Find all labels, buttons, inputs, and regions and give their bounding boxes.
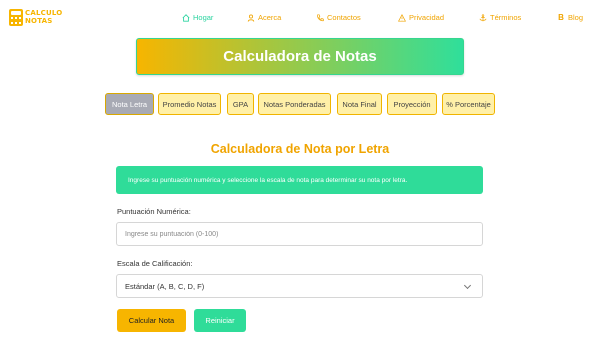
scale-selected-value: Estándar (A, B, C, D, F) bbox=[125, 281, 205, 291]
phone-icon bbox=[317, 13, 324, 21]
bitcoin-icon: B bbox=[558, 12, 564, 22]
tab-percentage[interactable]: % Porcentaje bbox=[442, 93, 495, 115]
site-header: CALCULO NOTAS Hogar Acerca Contactos Pri… bbox=[0, 0, 600, 36]
nav-item-blog[interactable]: B Blog bbox=[557, 13, 583, 22]
info-box: Ingrese su puntuación numérica y selecci… bbox=[116, 166, 483, 194]
warning-icon bbox=[398, 13, 406, 22]
tab-projection[interactable]: Proyección bbox=[387, 93, 437, 115]
score-input[interactable] bbox=[116, 222, 483, 246]
page-title: Calculadora de Notas bbox=[223, 48, 377, 65]
nav-item-terms[interactable]: Términos bbox=[479, 13, 521, 22]
scale-label: Escala de Calificación: bbox=[117, 259, 193, 268]
scale-select[interactable]: Estándar (A, B, C, D, F) bbox=[116, 274, 483, 298]
nav-item-contacts[interactable]: Contactos bbox=[316, 13, 361, 22]
score-label: Puntuación Numérica: bbox=[117, 207, 191, 216]
anchor-icon bbox=[479, 13, 487, 21]
title-banner: Calculadora de Notas bbox=[136, 38, 464, 75]
tab-grade-average[interactable]: Promedio Notas bbox=[158, 93, 221, 115]
user-icon bbox=[247, 14, 255, 22]
nav-item-home[interactable]: Hogar bbox=[182, 13, 213, 22]
info-text: Ingrese su puntuación numérica y selecci… bbox=[128, 176, 408, 184]
chevron-down-icon bbox=[463, 281, 472, 290]
home-icon bbox=[182, 13, 190, 22]
tab-gpa[interactable]: GPA bbox=[227, 93, 254, 115]
reset-button[interactable]: Reiniciar bbox=[194, 309, 246, 332]
calculate-button[interactable]: Calcular Nota bbox=[117, 309, 186, 332]
tab-weighted-grades[interactable]: Notas Ponderadas bbox=[258, 93, 331, 115]
nav-item-privacy[interactable]: Privacidad bbox=[398, 13, 444, 22]
calculator-title: Calculadora de Nota por Letra bbox=[210, 142, 390, 156]
tab-letter-grade[interactable]: Nota Letra bbox=[105, 93, 154, 115]
tab-final-grade[interactable]: Nota Final bbox=[337, 93, 382, 115]
top-nav: Hogar Acerca Contactos Privacidad Términ… bbox=[0, 13, 600, 25]
nav-item-about[interactable]: Acerca bbox=[247, 13, 281, 22]
